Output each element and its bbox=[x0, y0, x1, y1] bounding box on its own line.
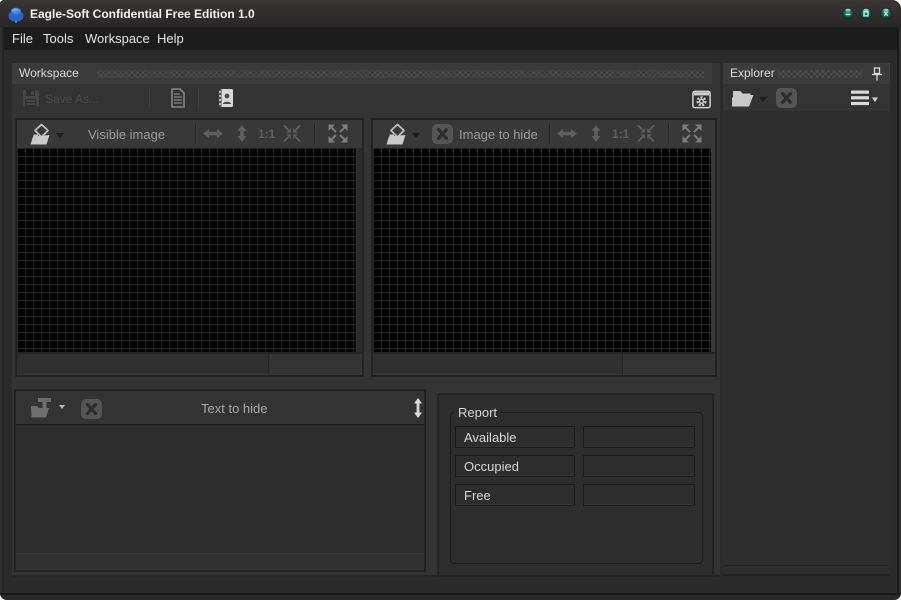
svg-text:1:1: 1:1 bbox=[612, 127, 630, 141]
svg-text:1:1: 1:1 bbox=[258, 127, 276, 141]
